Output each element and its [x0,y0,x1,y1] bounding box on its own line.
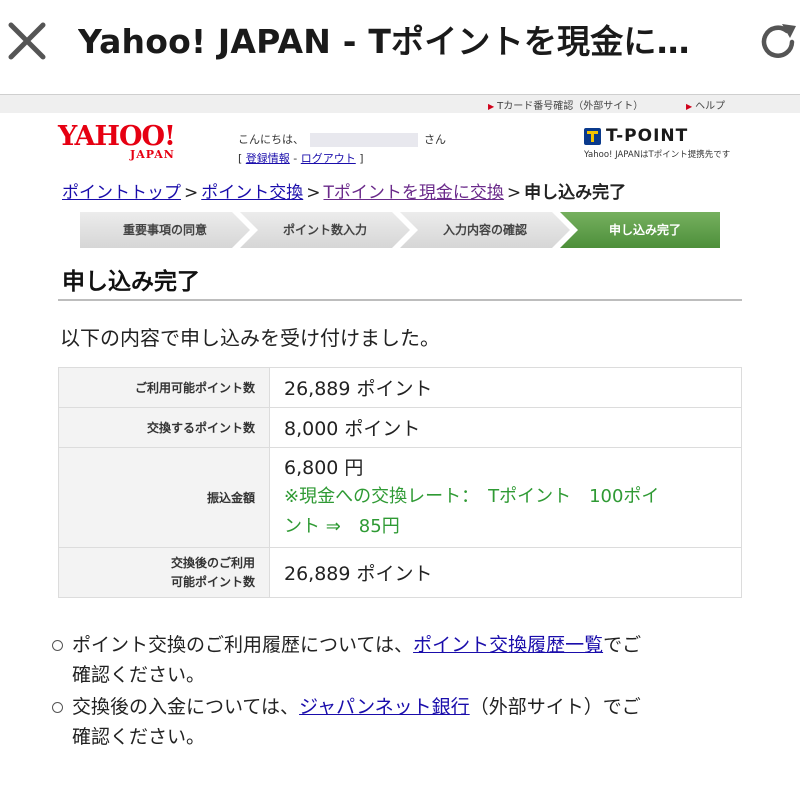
row-label: 交換後のご利用 可能ポイント数 [58,547,270,598]
breadcrumb: ポイントトップ > ポイント交換 > Tポイントを現金に交換 > 申し込み完了 [62,183,627,203]
register-info-link[interactable]: 登録情報 [246,152,290,165]
point-exchange-history-link[interactable]: ポイント交換履歴一覧 [413,634,603,656]
triangle-icon: ▶ [686,102,693,111]
row-value: 8,000 ポイント [269,407,742,448]
list-item: ポイント交換のご利用履歴については、ポイント交換履歴一覧でご 確認ください。 [50,630,750,690]
table-row: 振込金額 6,800 円 ※現金への交換レート： Tポイント 100ポイ ント ⇒… [58,447,742,548]
row-label: 交換するポイント数 [58,407,270,448]
row-value: 26,889 ポイント [269,367,742,408]
breadcrumb-point-top[interactable]: ポイントトップ [62,183,181,203]
browser-page-title: Yahoo! JAPAN - Tポイントを現金に… [78,22,690,61]
table-row: ご利用可能ポイント数 26,889 ポイント [58,367,742,408]
help-link[interactable]: ▶ ヘルプ [686,97,725,112]
greeting: こんにちは、 さん [238,133,446,147]
table-row: 交換後のご利用 可能ポイント数 26,889 ポイント [58,547,742,598]
table-row: 交換するポイント数 8,000 ポイント [58,407,742,448]
tcard-number-link[interactable]: ▶ Tカード番号確認（外部サイト） [488,97,643,112]
step-agreement: 重要事項の同意 [80,212,250,248]
close-icon[interactable] [6,20,48,62]
account-links: [ 登録情報 - ログアウト ] [238,152,364,165]
application-details-table: ご利用可能ポイント数 26,889 ポイント 交換するポイント数 8,000 ポ… [58,367,742,598]
yahoo-japan-logo[interactable]: YAHOO! JAPAN [58,122,188,162]
row-label: ご利用可能ポイント数 [58,367,270,408]
transfer-amount: 6,800 円 [284,456,364,479]
redacted-user-name [310,133,418,147]
list-item: 交換後の入金については、ジャパンネット銀行（外部サイト）でご 確認ください。 [50,692,750,752]
breadcrumb-point-exchange[interactable]: ポイント交換 [201,183,303,203]
triangle-icon: ▶ [488,102,495,111]
circle-bullet-icon [52,640,63,651]
browser-toolbar: Yahoo! JAPAN - Tポイントを現金に… [0,0,800,84]
circle-bullet-icon [52,702,63,713]
breadcrumb-tpoint-to-cash[interactable]: Tポイントを現金に交換 [324,183,504,203]
completion-message: 以下の内容で申し込みを受け付けました。 [60,326,440,350]
transfer-amount-cell: 6,800 円 ※現金への交換レート： Tポイント 100ポイ ント ⇒ 85円 [269,447,742,548]
notes-list: ポイント交換のご利用履歴については、ポイント交換履歴一覧でご 確認ください。 交換… [50,630,750,754]
utility-strip: ▶ Tカード番号確認（外部サイト） ▶ ヘルプ [0,94,800,113]
heading-divider [58,299,742,301]
step-progress: 重要事項の同意 ポイント数入力 入力内容の確認 申し込み完了 [80,212,720,248]
step-complete: 申し込み完了 [560,212,720,248]
exchange-rate-note: ※現金への交換レート： Tポイント 100ポイ ント ⇒ 85円 [284,485,660,537]
page-title: 申し込み完了 [62,269,200,295]
breadcrumb-current: 申し込み完了 [524,183,627,203]
tpoint-logo: T-POINT Yahoo! JAPANはTポイント提携先です [584,126,731,160]
step-point-input: ポイント数入力 [240,212,410,248]
step-confirm: 入力内容の確認 [400,212,570,248]
row-label: 振込金額 [58,447,270,548]
logout-link[interactable]: ログアウト [301,152,356,165]
japan-net-bank-link[interactable]: ジャパンネット銀行 [299,696,470,718]
reload-icon[interactable] [756,20,800,64]
tpoint-mark-icon [584,128,601,145]
row-value: 26,889 ポイント [269,547,742,598]
